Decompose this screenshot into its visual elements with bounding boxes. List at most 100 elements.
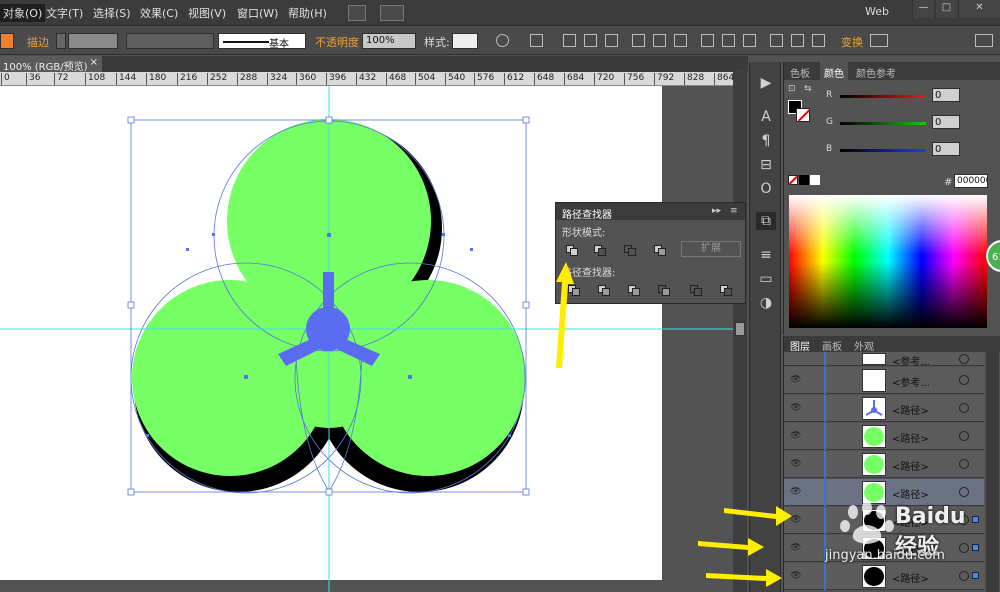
distribute-top-icon[interactable] xyxy=(701,34,714,47)
target-circle-icon[interactable] xyxy=(959,354,969,364)
stroke-color-swatch[interactable] xyxy=(796,108,811,122)
graphic-style-dropdown[interactable] xyxy=(452,33,478,49)
layers-scrollbar[interactable] xyxy=(986,352,999,592)
g-slider[interactable] xyxy=(840,122,926,125)
eye-icon[interactable]: 👁 xyxy=(790,487,801,497)
layer-name[interactable]: <参考... xyxy=(892,353,930,368)
anchor-point[interactable] xyxy=(508,434,511,437)
align-center-icon[interactable] xyxy=(584,34,597,47)
crop-button[interactable] xyxy=(656,283,674,297)
r-value-field[interactable]: 0 xyxy=(932,88,960,102)
tab-color[interactable]: 颜色 xyxy=(820,62,848,80)
distribute-bottom-icon[interactable] xyxy=(743,34,756,47)
transparency-panel-icon[interactable]: ◑ xyxy=(756,294,776,312)
layer-row[interactable]: 👁 <路径> xyxy=(784,395,984,422)
hex-value-field[interactable]: 000000 xyxy=(954,174,988,188)
menu-select[interactable]: 选择(S) xyxy=(93,5,131,21)
pathfinder-header[interactable]: 路径查找器 ▸▸ ≡ xyxy=(556,203,745,221)
minus-back-button[interactable] xyxy=(718,283,736,297)
anchor-point[interactable] xyxy=(244,375,248,379)
selection-indicator[interactable] xyxy=(972,516,979,523)
layer-name[interactable]: <路径> xyxy=(892,402,929,417)
minimize-button[interactable]: — xyxy=(912,0,934,18)
pathfinder-panel-icon[interactable]: ⧉ xyxy=(756,212,776,230)
layer-row[interactable]: 👁 <路径> xyxy=(784,423,984,450)
menu-help[interactable]: 帮助(H) xyxy=(288,5,327,21)
align-bottom-icon[interactable] xyxy=(674,34,687,47)
collapse-panel-icon[interactable]: ▸▸ xyxy=(712,206,721,216)
close-window-button[interactable]: ✕ xyxy=(958,0,1000,18)
opacity-label[interactable]: 不透明度 xyxy=(315,34,359,50)
target-circle-icon[interactable] xyxy=(959,459,969,469)
canvas-area[interactable] xyxy=(0,86,740,592)
align-panel-icon[interactable]: ⊟ xyxy=(756,156,776,174)
play-action-icon[interactable]: ▶ xyxy=(756,74,776,92)
stroke-weight-stepper[interactable] xyxy=(56,33,66,49)
bbox-handle[interactable] xyxy=(127,301,135,309)
eye-icon[interactable]: 👁 xyxy=(790,431,801,441)
stroke-label[interactable]: 描边 xyxy=(27,34,49,50)
layer-row[interactable]: 👁 <路径> xyxy=(784,451,984,478)
bbox-handle[interactable] xyxy=(127,116,135,124)
menu-view[interactable]: 视图(V) xyxy=(188,5,226,21)
target-circle-icon[interactable] xyxy=(959,403,969,413)
panel-menu-icon[interactable]: ≡ xyxy=(730,206,738,216)
menu-effect[interactable]: 效果(C) xyxy=(140,5,178,21)
anchor-point[interactable] xyxy=(327,233,331,237)
bbox-handle[interactable] xyxy=(522,488,530,496)
bbox-handle[interactable] xyxy=(325,488,333,496)
restore-button[interactable]: □ xyxy=(935,0,957,18)
bbox-handle[interactable] xyxy=(127,488,135,496)
layer-name[interactable]: <参考... xyxy=(892,374,930,389)
bbox-handle[interactable] xyxy=(325,116,333,124)
workspace-switcher[interactable]: Web xyxy=(865,5,889,18)
stroke-weight-field[interactable] xyxy=(68,33,118,49)
b-value-field[interactable]: 0 xyxy=(932,142,960,156)
none-swatch[interactable] xyxy=(788,175,798,186)
swap-colors-icon[interactable]: ⇆ xyxy=(804,84,812,94)
eye-icon[interactable]: 👁 xyxy=(790,459,801,469)
anchor-point[interactable] xyxy=(442,233,445,236)
color-spectrum[interactable] xyxy=(789,195,987,328)
close-tab-icon[interactable]: × xyxy=(90,57,98,68)
selection-indicator[interactable] xyxy=(972,572,979,579)
exclude-button[interactable] xyxy=(652,243,670,257)
merge-button[interactable] xyxy=(626,283,644,297)
distribute-right-icon[interactable] xyxy=(812,34,825,47)
target-circle-icon[interactable] xyxy=(959,487,969,497)
g-value-field[interactable]: 0 xyxy=(932,115,960,129)
selection-indicator[interactable] xyxy=(972,544,979,551)
anchor-point[interactable] xyxy=(212,233,215,236)
anchor-point[interactable] xyxy=(408,375,412,379)
bbox-handle[interactable] xyxy=(522,301,530,309)
black-swatch[interactable] xyxy=(799,175,809,185)
trim-button[interactable] xyxy=(596,283,614,297)
layer-name[interactable]: <路径> xyxy=(892,486,929,501)
menu-window[interactable]: 窗口(W) xyxy=(237,5,278,21)
character-icon[interactable]: A xyxy=(756,108,776,126)
tab-layers[interactable]: 图层 xyxy=(790,338,810,353)
layer-row[interactable]: 👁 <参考... xyxy=(784,367,984,394)
opentype-icon[interactable]: O xyxy=(756,180,776,198)
align-right-icon[interactable] xyxy=(605,34,618,47)
canvas-scroll-thumb[interactable] xyxy=(735,322,745,336)
eye-icon[interactable]: 👁 xyxy=(790,375,801,385)
r-slider[interactable] xyxy=(840,95,926,98)
align-middle-icon[interactable] xyxy=(653,34,666,47)
anchor-point[interactable] xyxy=(146,434,149,437)
isolate-icon[interactable] xyxy=(870,34,888,47)
menu-object[interactable]: 对象(O) xyxy=(0,4,46,22)
stroke-style-dropdown[interactable]: 基本 xyxy=(218,33,306,50)
expand-button[interactable]: 扩展 xyxy=(681,241,741,257)
distribute-hcenter-icon[interactable] xyxy=(791,34,804,47)
layer-name[interactable]: <路径> xyxy=(892,458,929,473)
b-slider[interactable] xyxy=(840,149,926,152)
gradient-panel-icon[interactable]: ▭ xyxy=(756,270,776,288)
variable-width-profile[interactable] xyxy=(126,33,214,49)
divide-button[interactable] xyxy=(566,283,584,297)
align-to-icon[interactable] xyxy=(530,34,543,47)
tab-appearance[interactable]: 外观 xyxy=(854,338,874,353)
anchor-point[interactable] xyxy=(470,248,473,251)
control-panel-menu-icon[interactable] xyxy=(975,34,993,47)
white-swatch[interactable] xyxy=(810,175,820,185)
